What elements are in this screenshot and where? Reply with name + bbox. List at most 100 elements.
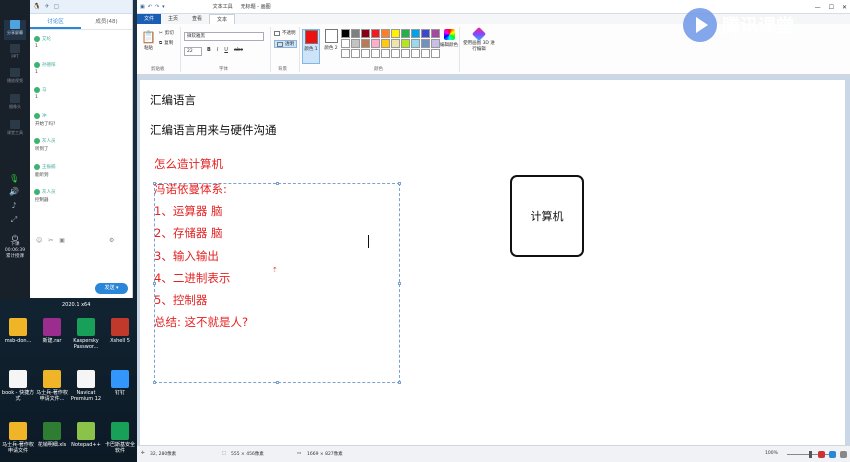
close-button[interactable]: ✕	[842, 4, 847, 11]
palette-color-swatch[interactable]	[371, 49, 380, 58]
camera-button[interactable]: 摄像头	[4, 94, 26, 114]
palette-color-swatch[interactable]	[391, 49, 400, 58]
color2-button[interactable]: 颜色 2	[322, 29, 340, 64]
class-tools-button[interactable]: 课堂工具	[4, 120, 26, 140]
drawing-canvas[interactable]: 汇编语言 汇编语言用来与硬件沟通 怎么造计算机 冯诺依曼体系: 1、运算器 脑 …	[140, 80, 845, 445]
desktop-shortcut[interactable]: Navicat Premium 12	[69, 370, 103, 402]
tab-members[interactable]: 成员(48)	[81, 14, 132, 29]
resize-handle[interactable]	[398, 182, 401, 185]
desktop-shortcut[interactable]: Kaspersky Passwor...	[69, 318, 103, 350]
class-timer[interactable]: ⏻ 下课 00:06:39 累计授课	[2, 235, 28, 260]
paste-button[interactable]: 📋 粘贴	[141, 30, 156, 51]
tray-icon[interactable]	[818, 451, 825, 458]
save-icon[interactable]: ▣	[140, 4, 145, 10]
strikethrough-button[interactable]: abc	[234, 47, 243, 53]
color-wheel-icon	[443, 29, 455, 40]
palette-color-swatch[interactable]	[381, 29, 390, 38]
resize-handle[interactable]	[276, 182, 279, 185]
tab-file[interactable]: 文件	[137, 14, 162, 24]
palette-color-swatch[interactable]	[431, 29, 440, 38]
font-size-select[interactable]: 22	[184, 47, 202, 56]
palette-color-swatch[interactable]	[341, 39, 350, 48]
underline-button[interactable]: U	[224, 47, 228, 53]
transparent-option[interactable]: 透明	[274, 40, 297, 48]
palette-color-swatch[interactable]	[401, 29, 410, 38]
desktop-shortcut[interactable]: 钉钉	[103, 370, 137, 396]
palette-color-swatch[interactable]	[341, 29, 350, 38]
tab-discussion[interactable]: 讨论区	[30, 14, 81, 29]
desktop-shortcut[interactable]: 卡巴斯基安全软件	[103, 422, 137, 454]
dropdown-icon[interactable]: ▾	[162, 4, 165, 10]
palette-color-swatch[interactable]	[411, 49, 420, 58]
palette-color-swatch[interactable]	[391, 29, 400, 38]
bold-button[interactable]: B	[207, 47, 211, 53]
desktop-shortcut[interactable]: Xshell 5	[103, 318, 137, 344]
palette-color-swatch[interactable]	[351, 49, 360, 58]
color1-button[interactable]: 颜色 1	[302, 29, 320, 64]
ppt-button[interactable]: PPT	[4, 44, 26, 64]
scissors-icon[interactable]: ✂	[48, 237, 53, 244]
opaque-option[interactable]: 不透明	[274, 30, 296, 36]
palette-color-swatch[interactable]	[351, 29, 360, 38]
palette-color-swatch[interactable]	[411, 39, 420, 48]
minimize-button[interactable]: —	[815, 4, 821, 11]
desktop-shortcut[interactable]: book - 快捷方式	[1, 370, 35, 402]
palette-color-swatch[interactable]	[421, 39, 430, 48]
fullscreen-icon[interactable]: ⤢	[9, 216, 19, 224]
tab-home[interactable]: 主页	[161, 14, 185, 24]
cut-button[interactable]: ✂ 剪切	[159, 30, 174, 37]
palette-color-swatch[interactable]	[431, 39, 440, 48]
palette-color-swatch[interactable]	[371, 39, 380, 48]
desktop-shortcut[interactable]: 新建.rar	[35, 318, 69, 344]
palette-color-swatch[interactable]	[401, 49, 410, 58]
undo-icon[interactable]: ↶	[148, 4, 152, 10]
tab-text[interactable]: 文本	[209, 14, 236, 24]
speaker-icon[interactable]: 🔊	[9, 188, 19, 196]
palette-color-swatch[interactable]	[401, 39, 410, 48]
tray-icon[interactable]	[829, 451, 836, 458]
qq-icon[interactable]: 🐧	[33, 3, 40, 10]
edit-colors-button[interactable]: 编辑颜色	[440, 29, 458, 48]
palette-color-swatch[interactable]	[351, 39, 360, 48]
image-icon[interactable]: ▣	[59, 237, 65, 244]
palette-color-swatch[interactable]	[361, 39, 370, 48]
music-icon[interactable]: ♪	[9, 202, 19, 210]
desktop-shortcut[interactable]: 花销明细.xls	[35, 422, 69, 448]
palette-color-swatch[interactable]	[421, 29, 430, 38]
palette-color-swatch[interactable]	[411, 29, 420, 38]
play-video-button[interactable]: 播放视频	[4, 68, 26, 88]
settings-icon[interactable]: ⚙	[109, 237, 114, 244]
send-button[interactable]: 发送 ▾	[95, 283, 128, 294]
palette-color-swatch[interactable]	[381, 49, 390, 58]
resize-handle[interactable]	[398, 381, 401, 384]
palette-color-swatch[interactable]	[431, 49, 440, 58]
zoom-slider-handle[interactable]	[809, 451, 812, 458]
palette-color-swatch[interactable]	[341, 49, 350, 58]
window-icon[interactable]: ▢	[54, 3, 60, 10]
maximize-button[interactable]: ☐	[829, 4, 834, 11]
desktop-shortcut[interactable]: 马士兵-著作权申请文件	[1, 422, 35, 454]
paint3d-button[interactable]: 使用画图 3D 进行编辑	[462, 26, 496, 53]
palette-color-swatch[interactable]	[421, 49, 430, 58]
tray-icon[interactable]	[840, 451, 847, 458]
desktop-shortcut[interactable]: 马士兵-著作权申请文件...	[35, 370, 69, 402]
resize-handle[interactable]	[153, 381, 156, 384]
resize-handle[interactable]	[398, 282, 401, 285]
resize-handle[interactable]	[276, 381, 279, 384]
emoji-icon[interactable]: ☺	[36, 237, 42, 244]
italic-button[interactable]: I	[217, 47, 218, 53]
palette-color-swatch[interactable]	[361, 29, 370, 38]
desktop-shortcut[interactable]: msb-don...	[1, 318, 35, 344]
send-icon[interactable]: ✈	[44, 3, 49, 10]
font-family-select[interactable]: 微软雅黑	[184, 32, 264, 41]
mic-icon[interactable]: 🎙	[9, 175, 19, 183]
desktop-shortcut[interactable]: Notepad++	[69, 422, 103, 448]
copy-button[interactable]: ⧉ 复制	[159, 40, 173, 46]
palette-color-swatch[interactable]	[391, 39, 400, 48]
palette-color-swatch[interactable]	[371, 29, 380, 38]
share-screen-button[interactable]: 分享屏幕	[4, 20, 26, 40]
redo-icon[interactable]: ↷	[155, 4, 159, 10]
palette-color-swatch[interactable]	[381, 39, 390, 48]
tab-view[interactable]: 查看	[185, 14, 209, 24]
palette-color-swatch[interactable]	[361, 49, 370, 58]
